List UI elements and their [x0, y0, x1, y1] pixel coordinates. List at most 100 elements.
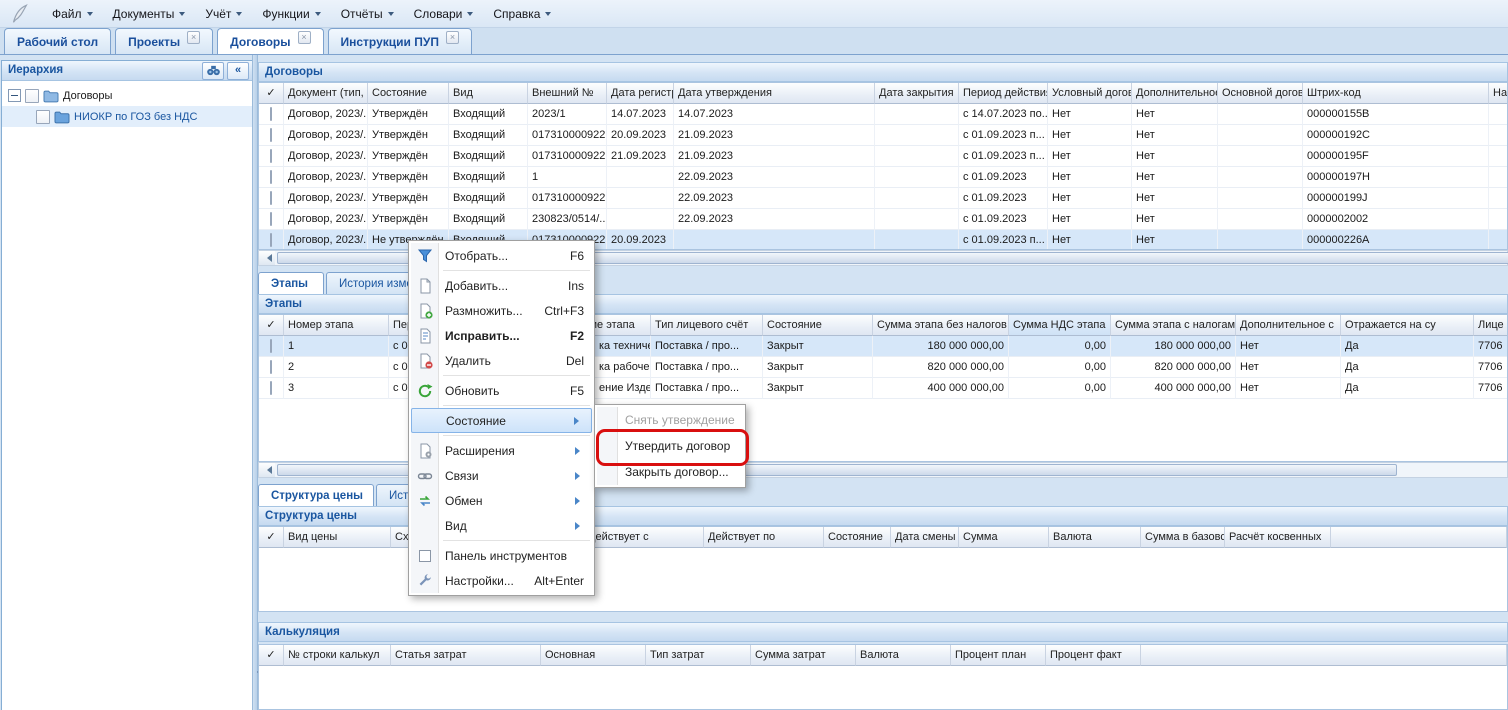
- column-header[interactable]: Сумма: [959, 527, 1049, 548]
- menu-item-settings[interactable]: Настройки... Alt+Enter: [411, 568, 592, 593]
- table-row[interactable]: Договор, 2023/...УтверждёнВходящий017310…: [259, 125, 1507, 146]
- tree-node-contracts[interactable]: Договоры: [2, 85, 252, 106]
- column-header[interactable]: Статья затрат: [391, 645, 541, 666]
- check-column-header[interactable]: ✓: [259, 527, 284, 548]
- submenu-item-close-contract[interactable]: Закрыть договор...: [597, 459, 743, 485]
- search-button[interactable]: [202, 62, 224, 80]
- column-header[interactable]: Условный договор: [1048, 83, 1132, 104]
- menu-item-filter[interactable]: Отобрать... F6: [411, 243, 592, 268]
- tree-node-niokr[interactable]: НИОКР по ГОЗ без НДС: [2, 106, 252, 127]
- table-row[interactable]: Договор, 2023/...УтверждёнВходящий122.09…: [259, 167, 1507, 188]
- column-header[interactable]: Дата смены состоя: [891, 527, 959, 548]
- row-checkbox[interactable]: [270, 149, 272, 163]
- tab-price-structure[interactable]: Структура цены: [258, 484, 374, 507]
- column-header[interactable]: Валюта: [1049, 527, 1141, 548]
- column-header[interactable]: Дополнительное с: [1132, 83, 1218, 104]
- column-header[interactable]: Валюта: [856, 645, 951, 666]
- column-header[interactable]: Действует по: [704, 527, 824, 548]
- tab-projects[interactable]: Проекты: [115, 28, 213, 54]
- column-header[interactable]: Налог: [1489, 83, 1508, 104]
- collapse-panel-button[interactable]: [227, 62, 249, 80]
- menu-item-add[interactable]: Добавить... Ins: [411, 273, 592, 298]
- menu-dictionaries[interactable]: Словари: [404, 4, 484, 24]
- collapse-node-icon[interactable]: [8, 89, 21, 102]
- column-header[interactable]: Внешний №: [528, 83, 607, 104]
- column-header[interactable]: Сумма этапа без налогов: [873, 315, 1009, 336]
- menu-reports[interactable]: Отчёты: [331, 4, 404, 24]
- column-header[interactable]: Дата закрытия: [875, 83, 959, 104]
- column-header-sorted[interactable]: Сумма НДС этапа: [1009, 315, 1111, 336]
- column-header[interactable]: Номер этапа: [284, 315, 389, 336]
- row-checkbox[interactable]: [270, 191, 272, 205]
- column-header[interactable]: Тип затрат: [646, 645, 751, 666]
- menu-item-toolbar[interactable]: Панель инструментов: [411, 543, 592, 568]
- column-header[interactable]: Действует с: [584, 527, 704, 548]
- column-header[interactable]: Лице: [1474, 315, 1508, 336]
- column-header[interactable]: Штрих-код: [1303, 83, 1489, 104]
- scroll-left-button[interactable]: [259, 463, 275, 477]
- column-header[interactable]: Дата регистрации.: [607, 83, 674, 104]
- column-header[interactable]: Вид: [449, 83, 528, 104]
- check-column-header[interactable]: ✓: [259, 315, 284, 336]
- menu-item-exchange[interactable]: Обмен: [411, 488, 592, 513]
- column-header[interactable]: Состояние: [763, 315, 873, 336]
- menu-help[interactable]: Справка: [483, 4, 561, 24]
- close-icon[interactable]: [298, 31, 311, 44]
- tab-stages[interactable]: Этапы: [258, 272, 324, 295]
- column-header[interactable]: Процент план: [951, 645, 1046, 666]
- column-header[interactable]: Дополнительное с: [1236, 315, 1341, 336]
- menu-functions[interactable]: Функции: [252, 4, 330, 24]
- column-header[interactable]: Состояние: [824, 527, 891, 548]
- table-row[interactable]: Договор, 2023/...УтверждёнВходящий2023/1…: [259, 104, 1507, 125]
- table-row[interactable]: Договор, 2023/...УтверждёнВходящий230823…: [259, 209, 1507, 230]
- row-checkbox[interactable]: [270, 107, 272, 121]
- table-row[interactable]: Договор, 2023/...УтверждёнВходящий017310…: [259, 146, 1507, 167]
- column-header[interactable]: Дата утверждения: [674, 83, 875, 104]
- node-checkbox[interactable]: [25, 89, 39, 103]
- row-checkbox[interactable]: [270, 233, 272, 247]
- row-checkbox[interactable]: [270, 212, 272, 226]
- menu-item-duplicate[interactable]: Размножить... Ctrl+F3: [411, 298, 592, 323]
- close-icon[interactable]: [446, 31, 459, 44]
- menu-item-refresh[interactable]: Обновить F5: [411, 378, 592, 403]
- column-header[interactable]: Основной договор: [1218, 83, 1303, 104]
- node-checkbox[interactable]: [36, 110, 50, 124]
- close-icon[interactable]: [187, 31, 200, 44]
- menu-item-state[interactable]: Состояние: [411, 408, 592, 433]
- menu-item-edit[interactable]: Исправить... F2: [411, 323, 592, 348]
- table-row[interactable]: Договор, 2023/...УтверждёнВходящий017310…: [259, 188, 1507, 209]
- column-header[interactable]: Основная: [541, 645, 646, 666]
- column-header[interactable]: Тип лицевого счёт: [651, 315, 763, 336]
- row-checkbox[interactable]: [270, 339, 272, 353]
- menu-item-view[interactable]: Вид: [411, 513, 592, 538]
- column-header[interactable]: Состояние: [368, 83, 449, 104]
- row-checkbox[interactable]: [270, 360, 272, 374]
- tab-instructions-pup[interactable]: Инструкции ПУП: [328, 28, 472, 54]
- menu-item-links[interactable]: Связи: [411, 463, 592, 488]
- column-header[interactable]: Документ (тип, №: [284, 83, 368, 104]
- menu-file[interactable]: Файл: [42, 4, 103, 24]
- tab-contracts[interactable]: Договоры: [217, 28, 323, 54]
- row-checkbox[interactable]: [270, 170, 272, 184]
- column-header[interactable]: Процент факт: [1046, 645, 1141, 666]
- column-header[interactable]: Сумма этапа с налогами: [1111, 315, 1236, 336]
- column-header[interactable]: Отражается на су: [1341, 315, 1474, 336]
- menu-documents[interactable]: Документы: [103, 4, 196, 24]
- scroll-left-button[interactable]: [259, 251, 275, 265]
- menu-item-extensions[interactable]: Расширения: [411, 438, 592, 463]
- menu-accounting[interactable]: Учёт: [195, 4, 252, 24]
- check-column-header[interactable]: ✓: [259, 645, 284, 666]
- tab-desktop[interactable]: Рабочий стол: [4, 28, 111, 54]
- chevron-down-icon: [315, 12, 321, 19]
- submenu-item-approve-contract[interactable]: Утвердить договор: [597, 433, 743, 459]
- check-column-header[interactable]: ✓: [259, 83, 284, 104]
- column-header[interactable]: № строки калькул: [284, 645, 391, 666]
- column-header[interactable]: Период действия..: [959, 83, 1048, 104]
- column-header[interactable]: Сумма в базовой в: [1141, 527, 1225, 548]
- menu-item-delete[interactable]: Удалить Del: [411, 348, 592, 373]
- row-checkbox[interactable]: [270, 128, 272, 142]
- column-header[interactable]: Вид цены: [284, 527, 391, 548]
- column-header[interactable]: Сумма затрат: [751, 645, 856, 666]
- row-checkbox[interactable]: [270, 381, 272, 395]
- column-header[interactable]: Расчёт косвенных: [1225, 527, 1331, 548]
